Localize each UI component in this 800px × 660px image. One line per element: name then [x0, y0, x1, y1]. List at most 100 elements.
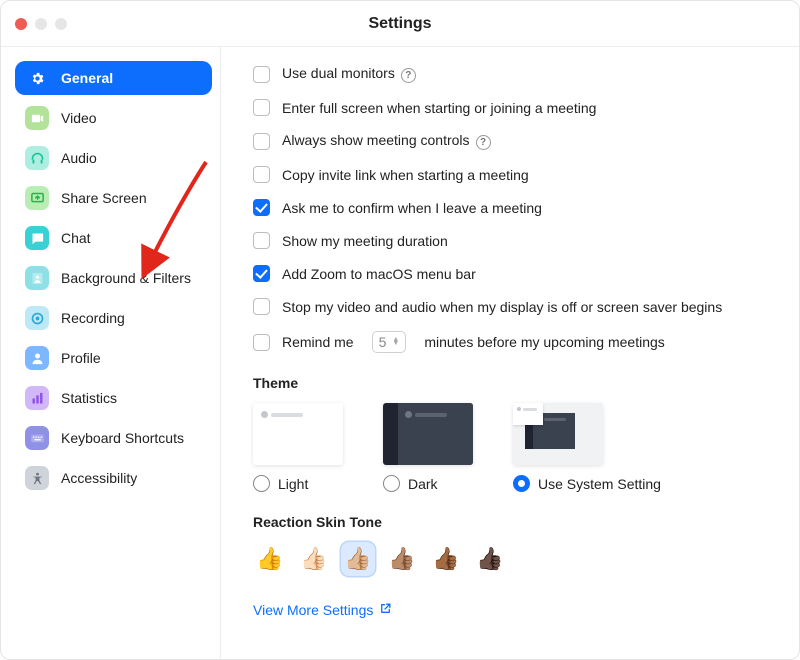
option-label: Always show meeting controls: [282, 132, 491, 150]
theme-option-light[interactable]: Light: [253, 403, 343, 492]
titlebar: Settings: [1, 1, 799, 47]
option-row: Ask me to confirm when I leave a meeting: [253, 199, 771, 216]
window-controls: [15, 18, 67, 30]
theme-option-dark[interactable]: Dark: [383, 403, 473, 492]
sidebar-item-label: Profile: [61, 350, 101, 366]
sidebar-item-statistics[interactable]: Statistics: [15, 381, 212, 415]
option-label: Use dual monitors: [282, 65, 416, 83]
sidebar-item-keyboard-shortcuts[interactable]: Keyboard Shortcuts: [15, 421, 212, 455]
skin-tone-option[interactable]: 👍🏻: [297, 542, 331, 576]
sidebar-item-accessibility[interactable]: Accessibility: [15, 461, 212, 495]
page-title: Settings: [368, 15, 431, 33]
sidebar-item-general[interactable]: General: [15, 61, 212, 95]
checkbox[interactable]: [253, 99, 270, 116]
sidebar-item-share-screen[interactable]: Share Screen: [15, 181, 212, 215]
sidebar-item-chat[interactable]: Chat: [15, 221, 212, 255]
checkbox[interactable]: [253, 265, 270, 282]
sidebar-item-label: Video: [61, 110, 97, 126]
skin-tone-option[interactable]: 👍🏼: [341, 542, 375, 576]
skin-tone-option[interactable]: 👍: [253, 542, 287, 576]
checkbox[interactable]: [253, 298, 270, 315]
sidebar-item-label: Statistics: [61, 390, 117, 406]
checkbox[interactable]: [253, 66, 270, 83]
gear-icon: [25, 66, 49, 90]
close-icon[interactable]: [15, 18, 27, 30]
remind-me-suffix: minutes before my upcoming meetings: [424, 334, 664, 350]
theme-label-dark: Dark: [408, 476, 438, 492]
theme-option-system[interactable]: Use System Setting: [513, 403, 661, 492]
view-more-settings-link[interactable]: View More Settings: [253, 602, 392, 618]
headphones-icon: [25, 146, 49, 170]
portrait-icon: [25, 266, 49, 290]
sidebar-item-label: Keyboard Shortcuts: [61, 430, 184, 446]
view-more-label: View More Settings: [253, 602, 373, 618]
option-label: Add Zoom to macOS menu bar: [282, 266, 476, 282]
option-remind-me: Remind me 5 ▲▼ minutes before my upcomin…: [253, 331, 771, 353]
sidebar-item-audio[interactable]: Audio: [15, 141, 212, 175]
option-label: Show my meeting duration: [282, 233, 448, 249]
checkbox[interactable]: [253, 166, 270, 183]
share-screen-icon: [25, 186, 49, 210]
theme-heading: Theme: [253, 375, 771, 391]
theme-label-light: Light: [278, 476, 308, 492]
zoom-icon[interactable]: [55, 18, 67, 30]
sidebar-item-label: Share Screen: [61, 190, 147, 206]
stepper-arrows-icon: ▲▼: [392, 338, 399, 346]
info-icon[interactable]: [401, 68, 416, 83]
video-icon: [25, 106, 49, 130]
sidebar-item-label: Background & Filters: [61, 270, 191, 286]
sidebar-item-video[interactable]: Video: [15, 101, 212, 135]
option-row: Stop my video and audio when my display …: [253, 298, 771, 315]
theme-label-system: Use System Setting: [538, 476, 661, 492]
remind-minutes-stepper[interactable]: 5 ▲▼: [372, 331, 407, 353]
general-settings-panel: Use dual monitors Enter full screen when …: [221, 47, 799, 659]
checkbox[interactable]: [253, 199, 270, 216]
remind-minutes-value: 5: [379, 334, 387, 350]
option-label: Enter full screen when starting or joini…: [282, 100, 596, 116]
settings-window: Settings General Video Audio Share Screen Ch…: [0, 0, 800, 660]
theme-thumb-dark: [383, 403, 473, 465]
sidebar-item-label: Recording: [61, 310, 125, 326]
checkbox[interactable]: [253, 232, 270, 249]
sidebar-item-label: Audio: [61, 150, 97, 166]
radio-system[interactable]: [513, 475, 530, 492]
sidebar-item-label: Accessibility: [61, 470, 137, 486]
option-label: Copy invite link when starting a meeting: [282, 167, 529, 183]
theme-thumb-system: [513, 403, 603, 465]
sidebar: General Video Audio Share Screen Chat Backgro…: [1, 47, 221, 659]
record-icon: [25, 306, 49, 330]
remind-me-prefix: Remind me: [282, 334, 354, 350]
sidebar-item-label: Chat: [61, 230, 91, 246]
option-label: Ask me to confirm when I leave a meeting: [282, 200, 542, 216]
option-row: Add Zoom to macOS menu bar: [253, 265, 771, 282]
info-icon[interactable]: [476, 135, 491, 150]
option-row: Always show meeting controls: [253, 132, 771, 150]
checkbox-remind-me[interactable]: [253, 334, 270, 351]
theme-thumb-light: [253, 403, 343, 465]
sidebar-item-profile[interactable]: Profile: [15, 341, 212, 375]
theme-options: Light Dark: [253, 403, 771, 492]
skin-tone-option[interactable]: 👍🏿: [473, 542, 507, 576]
radio-light[interactable]: [253, 475, 270, 492]
keyboard-icon: [25, 426, 49, 450]
external-link-icon: [379, 602, 392, 618]
option-label: Stop my video and audio when my display …: [282, 299, 722, 315]
option-row: Enter full screen when starting or joini…: [253, 99, 771, 116]
option-row: Use dual monitors: [253, 65, 771, 83]
skin-tone-option[interactable]: 👍🏽: [385, 542, 419, 576]
checkbox[interactable]: [253, 133, 270, 150]
minimize-icon[interactable]: [35, 18, 47, 30]
skin-tone-options: 👍 👍🏻 👍🏼 👍🏽 👍🏾 👍🏿: [253, 542, 771, 576]
chat-icon: [25, 226, 49, 250]
statistics-icon: [25, 386, 49, 410]
sidebar-item-background-filters[interactable]: Background & Filters: [15, 261, 212, 295]
skin-tone-option[interactable]: 👍🏾: [429, 542, 463, 576]
skin-tone-heading: Reaction Skin Tone: [253, 514, 771, 530]
profile-icon: [25, 346, 49, 370]
sidebar-item-recording[interactable]: Recording: [15, 301, 212, 335]
option-row: Show my meeting duration: [253, 232, 771, 249]
sidebar-item-label: General: [61, 70, 113, 86]
option-row: Copy invite link when starting a meeting: [253, 166, 771, 183]
radio-dark[interactable]: [383, 475, 400, 492]
accessibility-icon: [25, 466, 49, 490]
